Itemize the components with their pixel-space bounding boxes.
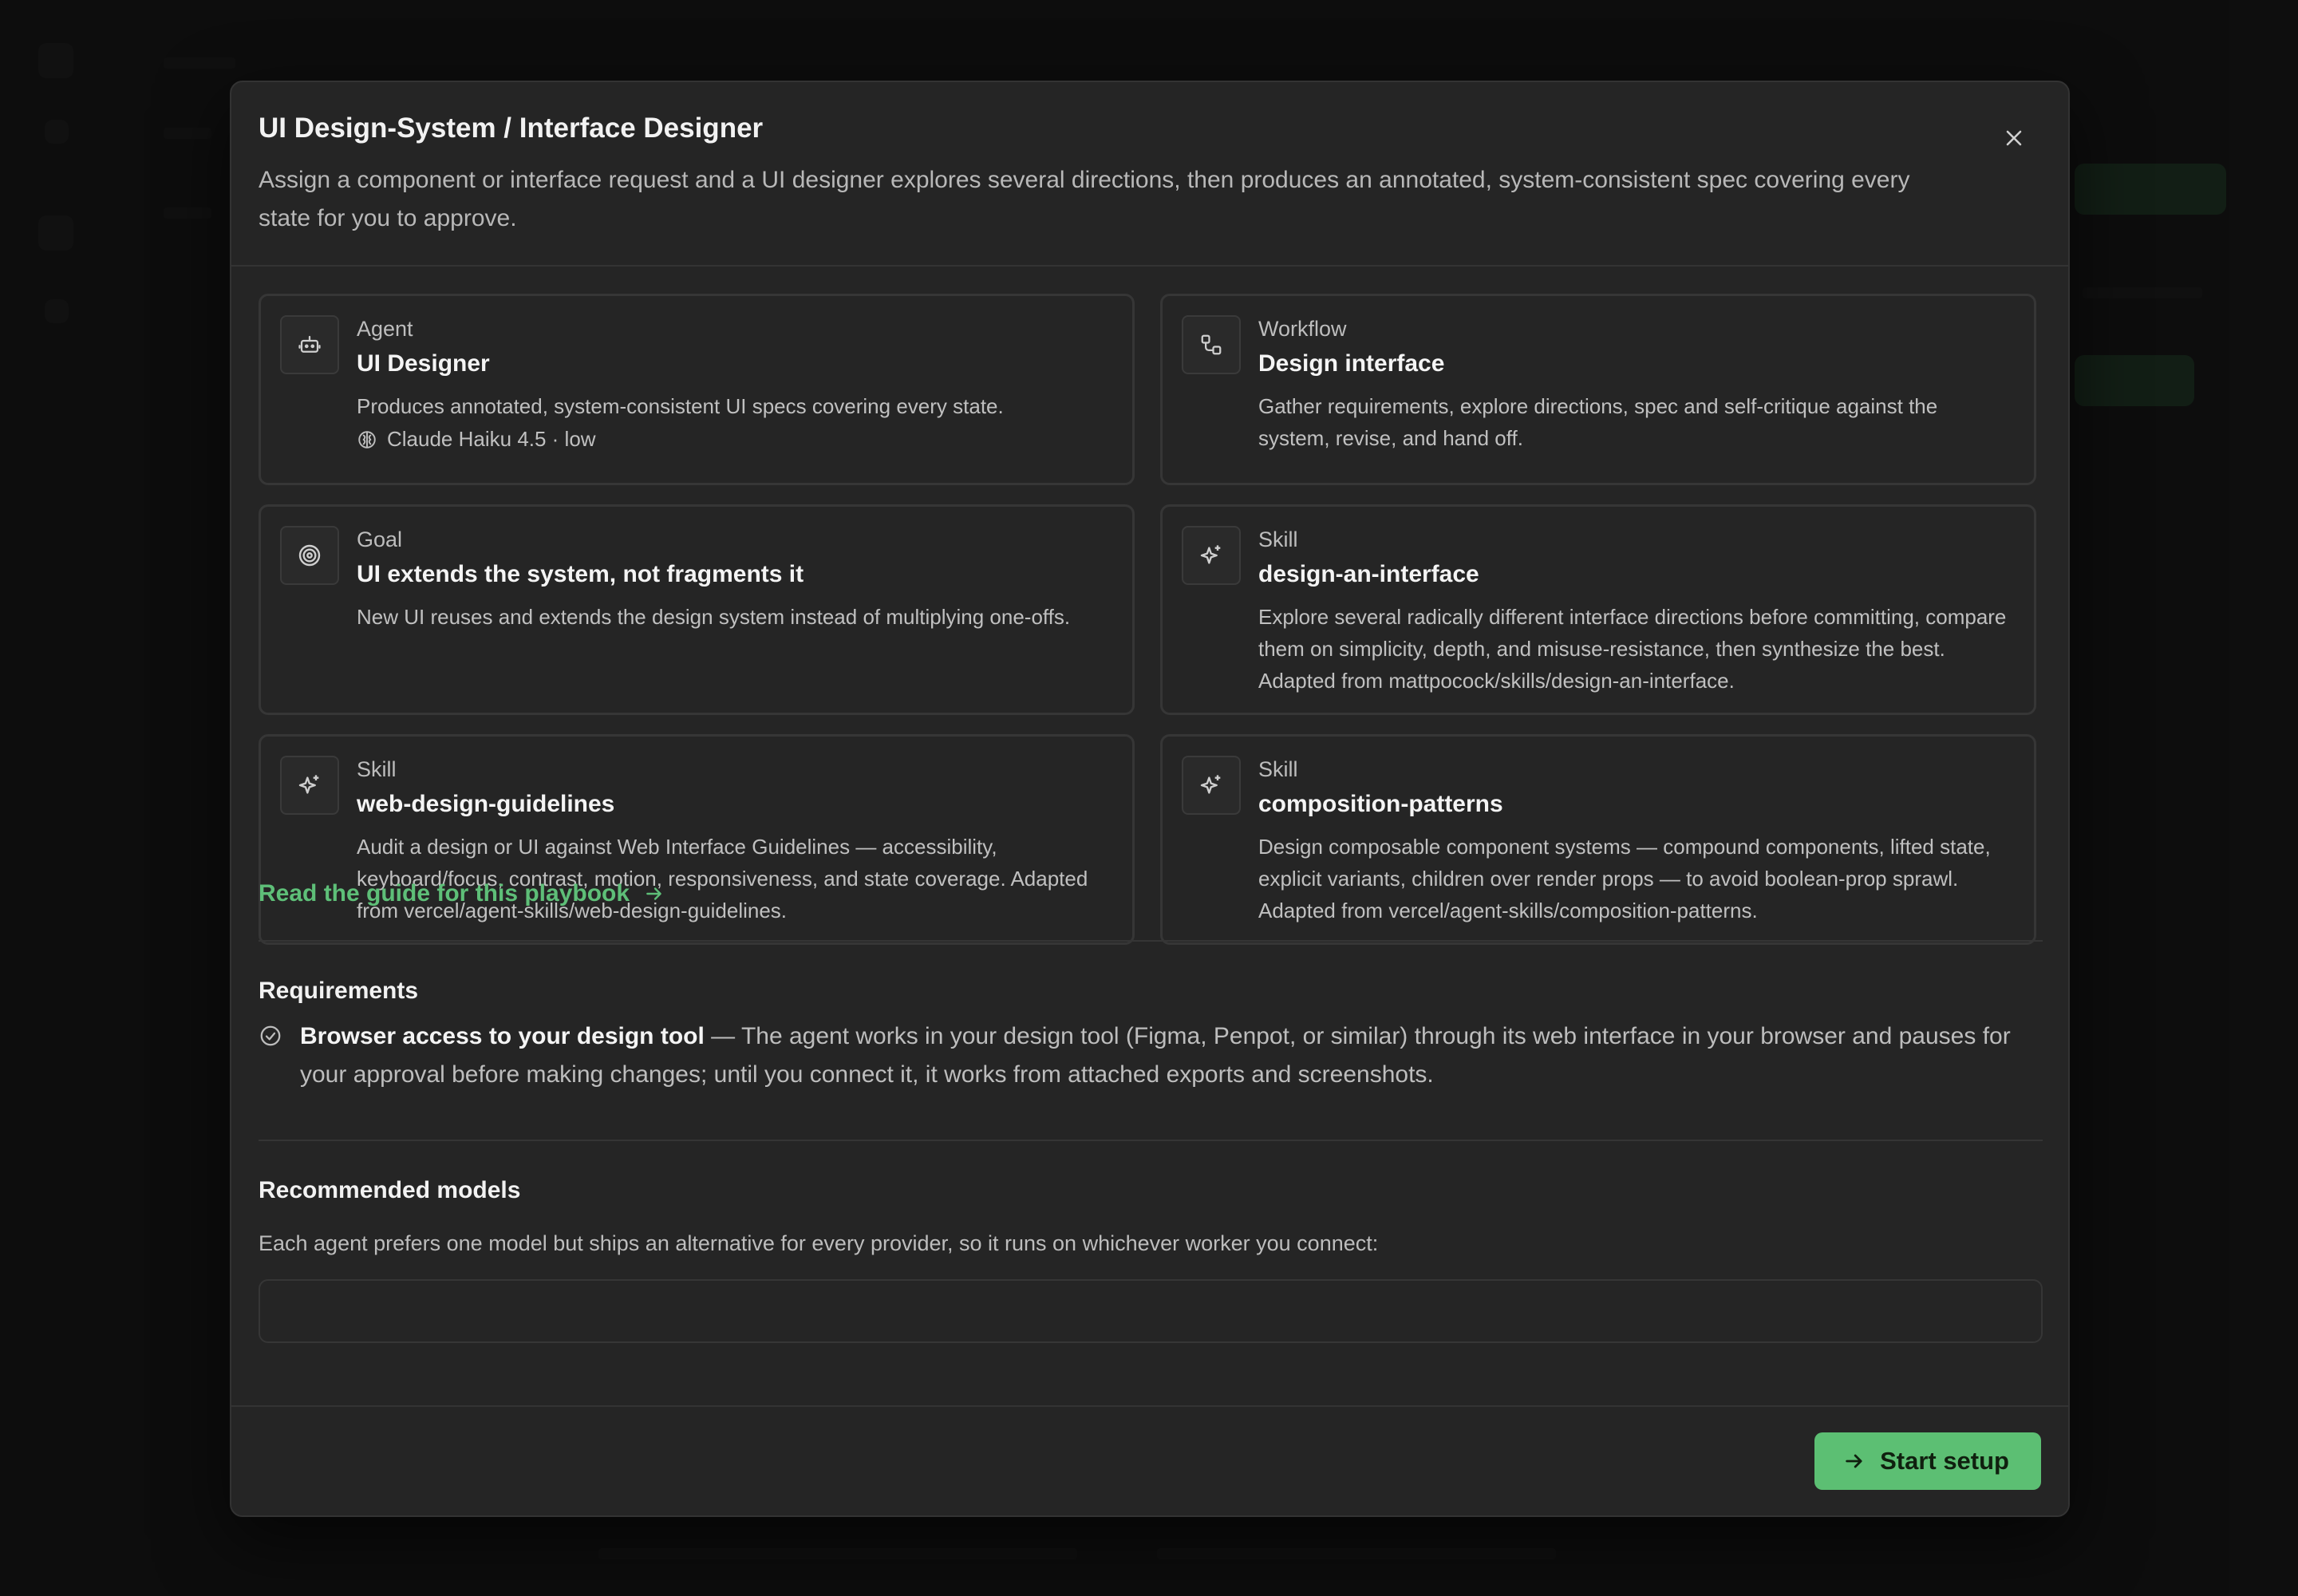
dialog-title: UI Design-System / Interface Designer xyxy=(259,113,764,144)
requirement-name: Browser access to your design tool xyxy=(300,1023,705,1049)
close-icon xyxy=(2006,130,2022,146)
dialog-header: UI Design-System / Interface Designer As… xyxy=(231,82,2068,267)
card-kind: Workflow xyxy=(1258,317,1347,341)
agent-model: Claude Haiku 4.5 · low xyxy=(357,427,596,452)
skill-icon-box xyxy=(280,756,339,815)
check-circle-icon xyxy=(260,1025,281,1046)
skill-icon-box xyxy=(1182,526,1241,585)
workflow-icon-box xyxy=(1182,315,1241,374)
arrow-right-icon xyxy=(1846,1454,1862,1468)
card-kind: Skill xyxy=(357,757,397,781)
skill-card[interactable]: Skill composition-patterns Design compos… xyxy=(1160,734,2036,945)
divider xyxy=(259,940,2043,942)
sparkle-icon xyxy=(1200,545,1221,564)
dialog-footer: Start setup xyxy=(231,1405,2068,1515)
skill-icon-box xyxy=(1182,756,1241,815)
card-kind: Agent xyxy=(357,317,413,341)
goal-icon-box xyxy=(280,526,339,585)
workflow-icon xyxy=(1201,334,1222,355)
agent-card[interactable]: Agent UI Designer Produces annotated, sy… xyxy=(259,294,1135,485)
card-description: Produces annotated, system-consistent UI… xyxy=(357,394,1004,418)
workflow-card[interactable]: Workflow Design interface Gather require… xyxy=(1160,294,2036,485)
robot-icon xyxy=(298,335,321,353)
start-setup-button[interactable]: Start setup xyxy=(1814,1432,2041,1490)
guide-link-label: Read the guide for this playbook xyxy=(259,880,630,907)
card-title: composition-patterns xyxy=(1258,791,1503,817)
arrow-right-icon xyxy=(646,887,661,900)
agent-model-label: Claude Haiku 4.5 · low xyxy=(387,427,596,451)
card-title: design-an-interface xyxy=(1258,561,1479,587)
card-title: Design interface xyxy=(1258,350,1445,377)
sparkle-icon xyxy=(1200,775,1221,794)
card-description: Audit a design or UI against Web Interfa… xyxy=(357,835,1088,922)
requirement-text: Browser access to your design tool — The… xyxy=(300,1017,2039,1094)
dialog-subtitle: Assign a component or interface request … xyxy=(259,167,1910,231)
close-button[interactable] xyxy=(1992,116,2036,160)
card-kind: Skill xyxy=(1258,757,1298,781)
recommended-models-title: Recommended models xyxy=(259,1177,521,1203)
card-title: web-design-guidelines xyxy=(357,791,615,817)
target-icon xyxy=(298,544,321,567)
card-description: Gather requirements, explore directions,… xyxy=(1258,394,1938,450)
brain-icon xyxy=(358,430,376,448)
card-description: Explore several radically different inte… xyxy=(1258,605,2007,693)
card-title: UI Designer xyxy=(357,350,490,377)
card-description: Design composable component systems — co… xyxy=(1258,835,1991,922)
skill-card[interactable]: Skill design-an-interface Explore severa… xyxy=(1160,504,2036,715)
card-title: UI extends the system, not fragments it xyxy=(357,561,804,587)
recommended-models-description: Each agent prefers one model but ships a… xyxy=(259,1231,1379,1255)
skill-card[interactable]: Skill web-design-guidelines Audit a desi… xyxy=(259,734,1135,945)
playbook-dialog: UI Design-System / Interface Designer As… xyxy=(230,81,2070,1517)
sparkle-icon xyxy=(298,775,319,794)
card-kind: Goal xyxy=(357,527,403,551)
recommended-models-table xyxy=(259,1279,2043,1343)
requirements-title: Requirements xyxy=(259,978,419,1004)
divider xyxy=(259,1140,2043,1141)
dialog-body[interactable]: Agent UI Designer Produces annotated, sy… xyxy=(231,267,2068,1487)
card-kind: Skill xyxy=(1258,527,1298,551)
card-description: New UI reuses and extends the design sys… xyxy=(357,605,1071,629)
goal-card[interactable]: Goal UI extends the system, not fragment… xyxy=(259,504,1135,715)
start-setup-label: Start setup xyxy=(1880,1447,2009,1475)
guide-link[interactable]: Read the guide for this playbook xyxy=(259,880,665,907)
agent-icon-box xyxy=(280,315,339,374)
